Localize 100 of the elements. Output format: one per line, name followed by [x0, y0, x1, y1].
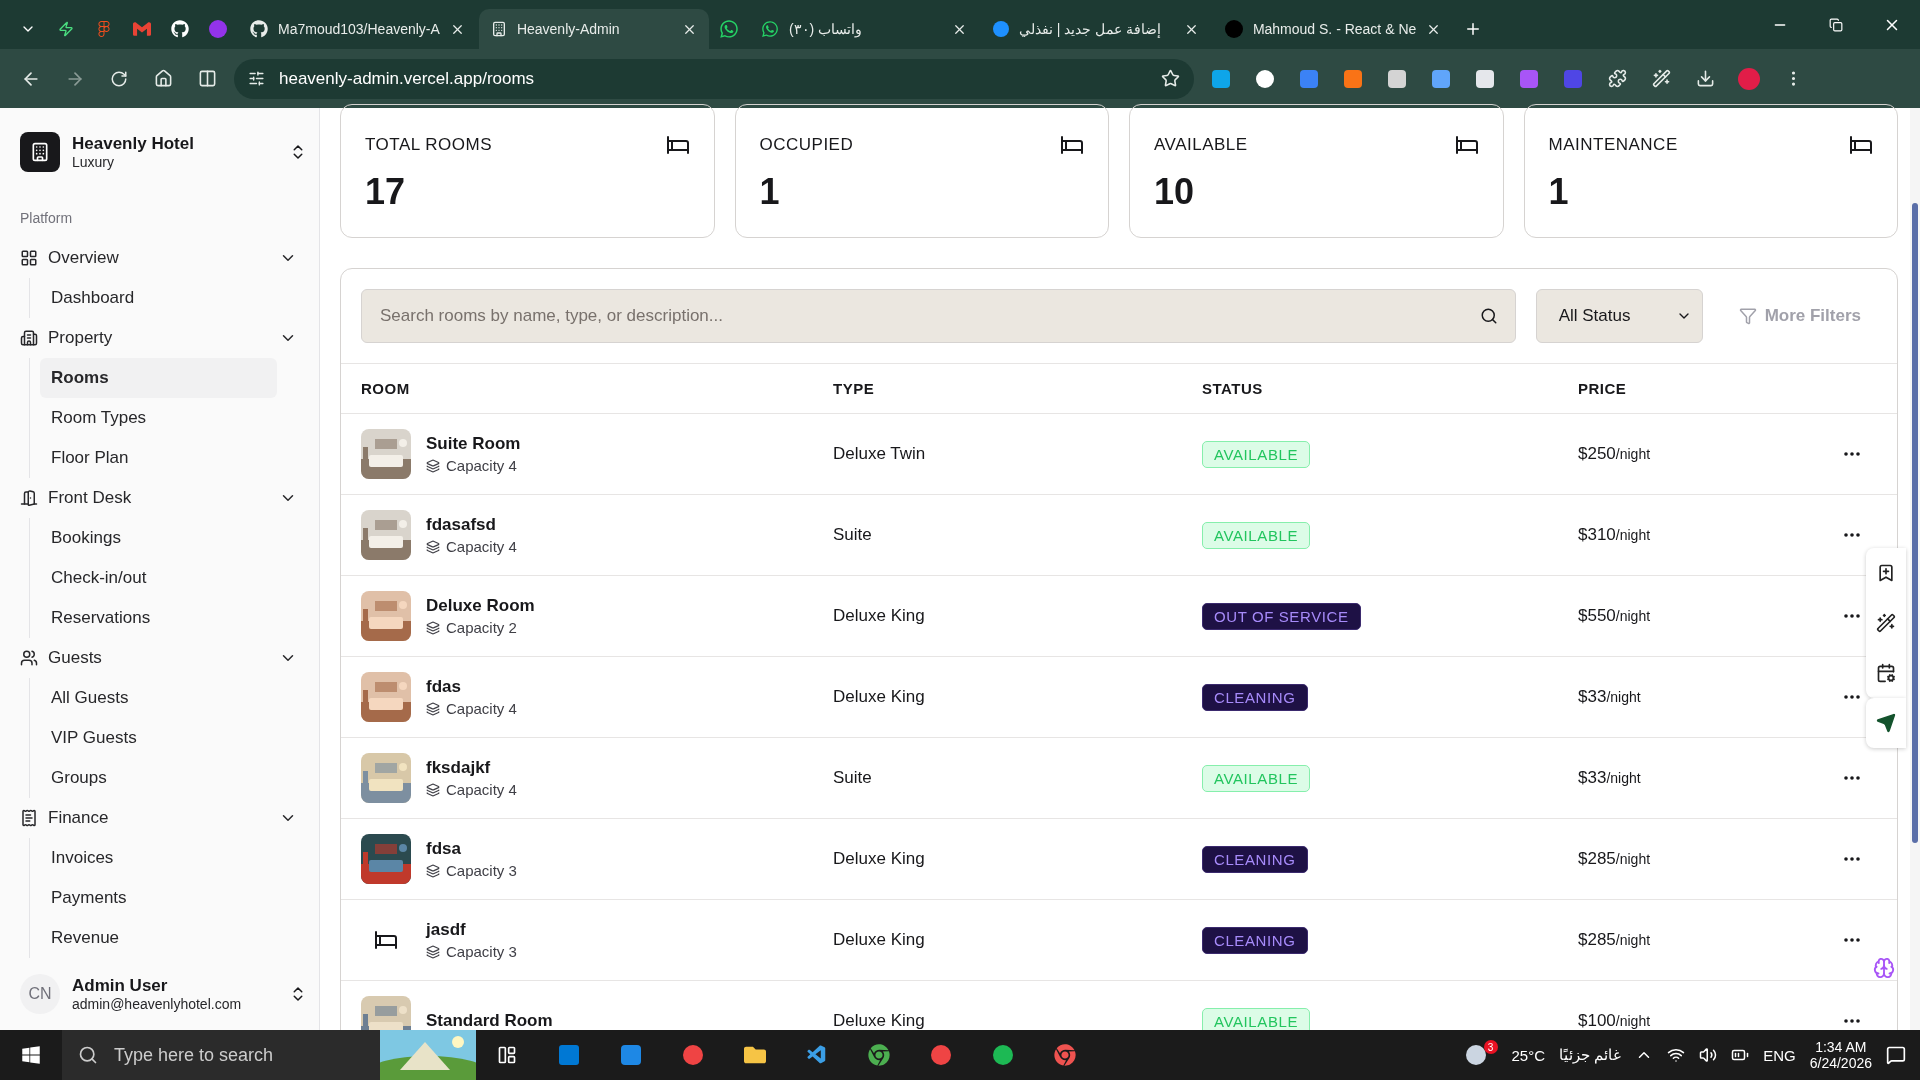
gmail-icon[interactable]: [133, 20, 151, 38]
door-icon: [20, 489, 38, 507]
clock[interactable]: 1:34 AM 6/24/2026: [1809, 1039, 1872, 1071]
more-button[interactable]: [1842, 693, 1862, 701]
more-button[interactable]: [1842, 774, 1862, 782]
room-price: $310/night: [1578, 525, 1652, 545]
volume-icon[interactable]: [1699, 1046, 1718, 1064]
layers-icon: [426, 458, 440, 473]
nav-item[interactable]: Invoices: [40, 838, 277, 878]
nav-group[interactable]: Finance: [20, 798, 307, 838]
nav-item[interactable]: Rooms: [40, 358, 277, 398]
app-icon[interactable]: [931, 1045, 951, 1065]
nav-group-label: Finance: [48, 808, 109, 828]
column-header: TYPE: [833, 380, 876, 397]
mail-icon[interactable]: [621, 1045, 641, 1065]
restore-icon[interactable]: [1829, 17, 1843, 32]
browser-tab[interactable]: إضافة عمل جديد | نفذلي: [980, 9, 1211, 49]
nav-group[interactable]: Guests: [20, 638, 307, 678]
app-icon[interactable]: [683, 1045, 703, 1065]
wand-icon[interactable]: [1876, 613, 1896, 633]
search-icon: [78, 1045, 98, 1065]
puzzle-icon[interactable]: [1607, 69, 1627, 88]
language-indicator[interactable]: ENG: [1763, 1046, 1796, 1064]
url-text: heavenly-admin.vercel.app/rooms: [279, 68, 536, 89]
star-icon[interactable]: [1161, 69, 1180, 88]
layers-icon: [426, 944, 440, 959]
room-capacity: Capacity 4: [446, 700, 517, 717]
grid-icon: [20, 249, 38, 267]
send-icon: [1876, 713, 1896, 733]
room-price: $285/night: [1578, 849, 1652, 869]
more-button[interactable]: [1842, 531, 1862, 539]
extension-icon[interactable]: [1476, 69, 1494, 88]
extension-icon[interactable]: [1256, 69, 1274, 88]
nav-group[interactable]: Front Desk: [20, 478, 307, 518]
nav-group-label: Property: [48, 328, 113, 348]
home-icon[interactable]: [153, 69, 173, 88]
reload-icon[interactable]: [110, 69, 128, 88]
nav-item[interactable]: Check-in/out: [40, 558, 277, 598]
ellipsis-icon: [1844, 452, 1860, 456]
nav-item[interactable]: Reservations: [40, 598, 277, 638]
nav-item[interactable]: Payments: [40, 878, 277, 918]
address-bar[interactable]: heavenly-admin.vercel.app/rooms: [234, 58, 1194, 99]
nav-group[interactable]: Property: [20, 318, 307, 358]
hotel-logo: [20, 132, 60, 172]
bolt-icon[interactable]: [58, 21, 74, 37]
figma-icon[interactable]: [96, 21, 112, 37]
room-price: $285/night: [1578, 930, 1652, 950]
status-select[interactable]: All Status: [1535, 289, 1703, 343]
building-icon: [20, 329, 38, 347]
more-button[interactable]: [1842, 936, 1862, 944]
browser-tab[interactable]: Ma7moud103/Heavenly-A: [238, 9, 477, 49]
nav-item[interactable]: VIP Guests: [40, 718, 277, 758]
nav-item[interactable]: Dashboard: [40, 278, 277, 318]
send-button[interactable]: [1866, 698, 1906, 748]
nav-item[interactable]: Groups: [40, 758, 277, 798]
more-button[interactable]: [1842, 612, 1862, 620]
user-name: Admin User: [72, 976, 169, 996]
nav-group[interactable]: Overview: [20, 238, 307, 278]
nav-item[interactable]: Room Types: [40, 398, 277, 438]
github-icon[interactable]: [171, 20, 189, 38]
code-editor-icon[interactable]: [806, 1044, 828, 1066]
nav-item[interactable]: Bookings: [40, 518, 277, 558]
column-header: PRICE: [1578, 380, 1628, 397]
more-button[interactable]: [1842, 450, 1862, 458]
room-name: Standard Room: [426, 1011, 553, 1030]
browser-tab[interactable]: Heavenly-Admin: [478, 9, 709, 49]
chrome-icon[interactable]: [1054, 1044, 1076, 1066]
bed-icon: [1849, 133, 1873, 157]
split-view-icon[interactable]: [197, 69, 217, 88]
more-button[interactable]: [1842, 855, 1862, 863]
search-field[interactable]: Search rooms by name, type, or description...: [361, 289, 1516, 343]
browser-tab[interactable]: Mahmoud S. - React & Ne: [1212, 9, 1454, 49]
column-header: STATUS: [1202, 380, 1264, 397]
windows-icon[interactable]: [21, 1045, 41, 1065]
site-settings-icon[interactable]: [248, 70, 265, 87]
wifi-icon[interactable]: [1667, 1046, 1686, 1064]
task-view-icon[interactable]: [497, 1045, 517, 1065]
brain-icon[interactable]: [1873, 957, 1895, 979]
nav-group-label: Guests: [48, 648, 102, 668]
room-capacity: Capacity 4: [446, 457, 517, 474]
download-icon[interactable]: [1695, 69, 1715, 88]
chrome-icon[interactable]: [868, 1044, 890, 1066]
github-icon: [250, 20, 268, 38]
calendar-icon[interactable]: [1876, 663, 1896, 683]
nav-item[interactable]: Floor Plan: [40, 438, 277, 478]
browser-tab[interactable]: (٣٠) واتساب: [748, 9, 979, 49]
room-type: Deluxe King: [833, 606, 926, 626]
whatsapp-icon[interactable]: [718, 19, 739, 39]
bookmark-plus-icon[interactable]: [1876, 563, 1896, 583]
app-icon[interactable]: [993, 1045, 1013, 1065]
extension-icon[interactable]: [1388, 69, 1406, 88]
room-capacity: Capacity 2: [446, 619, 517, 636]
taskbar-search[interactable]: Type here to search: [62, 1030, 380, 1080]
folder-icon[interactable]: [744, 1044, 766, 1066]
nav-item[interactable]: Revenue: [40, 918, 277, 958]
scrollbar[interactable]: [1910, 108, 1920, 1030]
receipt-icon: [20, 809, 38, 827]
nav-item[interactable]: All Guests: [40, 678, 277, 718]
more-button[interactable]: [1842, 1017, 1862, 1025]
notifications-icon[interactable]: [1886, 1045, 1906, 1065]
